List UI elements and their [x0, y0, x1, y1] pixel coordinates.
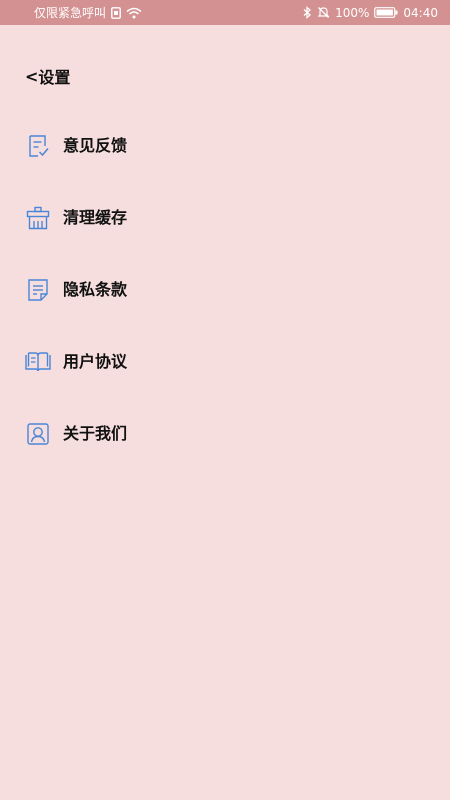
agreement-icon: [24, 348, 52, 376]
feedback-icon: [24, 132, 52, 160]
battery-icon: [374, 7, 398, 18]
menu-item-about-us[interactable]: 关于我们: [24, 420, 424, 492]
back-chevron: <: [25, 66, 39, 86]
about-icon: [24, 420, 52, 448]
menu-item-clear-cache[interactable]: 清理缓存: [24, 204, 424, 276]
menu-item-privacy[interactable]: 隐私条款: [24, 276, 424, 348]
back-button[interactable]: < 设置: [25, 64, 70, 88]
settings-menu: 意见反馈 清理缓存 隐私条款 用户协议 关于我们: [24, 132, 424, 492]
clock: 04:40: [403, 5, 438, 20]
menu-item-label: 清理缓存: [63, 208, 128, 227]
menu-item-label: 关于我们: [63, 424, 128, 443]
menu-item-feedback[interactable]: 意见反馈: [24, 132, 424, 204]
status-right: 100% 04:40: [303, 6, 438, 20]
carrier-text: 仅限紧急呼叫: [34, 6, 107, 20]
battery-percent: 100%: [335, 5, 370, 20]
menu-item-user-agreement[interactable]: 用户协议: [24, 348, 424, 420]
privacy-icon: [24, 276, 52, 304]
status-bar: 仅限紧急呼叫 100% 04:40: [0, 0, 450, 25]
menu-item-label: 意见反馈: [63, 136, 128, 155]
header: < 设置: [25, 64, 70, 88]
bluetooth-icon: [303, 6, 312, 19]
page-title: 设置: [38, 68, 71, 87]
status-left: 仅限紧急呼叫: [34, 4, 142, 21]
menu-item-label: 隐私条款: [63, 280, 128, 299]
sim-icon: [111, 6, 121, 19]
clear-cache-icon: [24, 204, 52, 232]
wifi-icon: [126, 7, 142, 19]
mute-icon: [317, 6, 330, 19]
menu-item-label: 用户协议: [63, 352, 128, 371]
